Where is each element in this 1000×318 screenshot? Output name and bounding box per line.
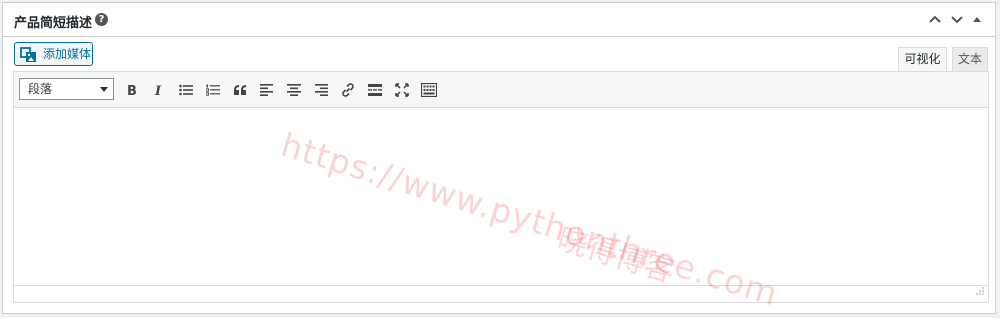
paragraph-format-select[interactable]: 段落	[19, 78, 114, 100]
insert-link-icon[interactable]	[338, 80, 358, 100]
move-up-icon[interactable]	[927, 11, 943, 27]
italic-icon[interactable]: I	[149, 80, 169, 100]
align-right-icon[interactable]	[311, 80, 331, 100]
numbered-list-icon[interactable]	[203, 80, 223, 100]
toggle-panel-icon[interactable]	[969, 11, 985, 27]
help-icon[interactable]: ?	[95, 13, 108, 26]
fullscreen-icon[interactable]	[392, 80, 412, 100]
metabox-title: 产品简短描述	[14, 16, 93, 31]
svg-text:I: I	[154, 84, 162, 97]
editor-toolbar: 段落 B I	[14, 72, 988, 108]
format-select-value: 段落	[28, 82, 53, 96]
editor-content-area[interactable]	[14, 108, 988, 286]
toolbar-toggle-icon[interactable]	[419, 80, 439, 100]
product-short-description-metabox: 产品简短描述 ? 添加媒体 可视化 文本 段落 B I	[2, 2, 996, 314]
blockquote-icon[interactable]	[230, 80, 250, 100]
bold-icon[interactable]: B	[122, 80, 142, 100]
add-media-button[interactable]: 添加媒体	[14, 42, 93, 66]
read-more-icon[interactable]	[365, 80, 385, 100]
metabox-header[interactable]: 产品简短描述 ?	[3, 3, 995, 37]
align-center-icon[interactable]	[284, 80, 304, 100]
chevron-down-icon	[100, 87, 108, 92]
svg-text:B: B	[127, 84, 137, 97]
add-media-label: 添加媒体	[43, 47, 92, 61]
rich-text-editor: 段落 B I	[13, 71, 989, 303]
bulleted-list-icon[interactable]	[176, 80, 196, 100]
tab-visual[interactable]: 可视化	[898, 47, 947, 72]
align-left-icon[interactable]	[257, 80, 277, 100]
media-icon	[20, 47, 38, 66]
editor-statusbar	[14, 285, 988, 302]
resize-handle-icon[interactable]	[975, 280, 984, 299]
move-down-icon[interactable]	[949, 11, 965, 27]
tab-text[interactable]: 文本	[952, 47, 988, 72]
